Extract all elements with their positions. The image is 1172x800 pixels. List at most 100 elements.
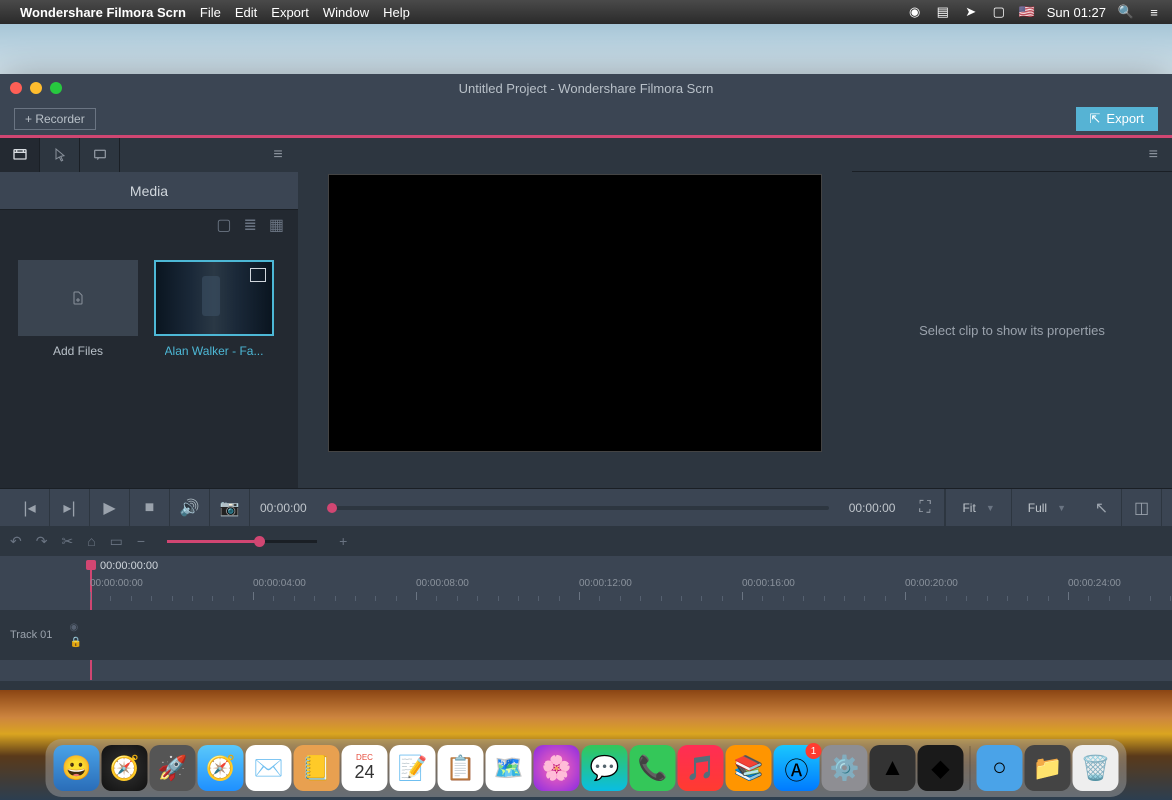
media-grid: Add Files Alan Walker - Fa... bbox=[0, 240, 298, 378]
zoom-out-button[interactable]: − bbox=[137, 533, 145, 549]
dock-ibooks[interactable]: 📚 bbox=[726, 745, 772, 791]
volume-button[interactable]: 🔊 bbox=[170, 489, 210, 527]
dock-preferences[interactable]: ⚙️ bbox=[822, 745, 868, 791]
dock-contacts[interactable]: 📒 bbox=[294, 745, 340, 791]
fullscreen-button[interactable]: ⛶ bbox=[905, 489, 945, 527]
close-button[interactable] bbox=[10, 82, 22, 94]
marker-button[interactable]: ⌂ bbox=[87, 533, 95, 549]
redo-button[interactable]: ↷ bbox=[36, 533, 48, 550]
add-files-item[interactable]: Add Files bbox=[18, 260, 138, 358]
dock-itunes[interactable]: 🎵 bbox=[678, 745, 724, 791]
left-panel-menu-icon[interactable]: ≡ bbox=[258, 138, 298, 172]
media-clip-item[interactable]: Alan Walker - Fa... bbox=[154, 260, 274, 358]
record-status-icon[interactable]: ◉ bbox=[907, 4, 923, 20]
prev-frame-button[interactable]: |◂ bbox=[10, 489, 50, 527]
dock-separator bbox=[970, 746, 971, 790]
macos-menubar: Wondershare Filmora Scrn File Edit Expor… bbox=[0, 0, 1172, 24]
scrub-bar[interactable] bbox=[327, 506, 829, 510]
flag-icon[interactable]: 🇺🇸 bbox=[1019, 4, 1035, 20]
dock-mission-control[interactable]: 🚀 bbox=[150, 745, 196, 791]
add-files-label: Add Files bbox=[53, 344, 103, 358]
snapshot-button[interactable]: 📷 bbox=[210, 489, 250, 527]
properties-menu-icon[interactable]: ≡ bbox=[852, 138, 1172, 172]
list-view-icon[interactable]: ≣ bbox=[243, 215, 256, 235]
tab-media-icon[interactable] bbox=[0, 138, 40, 172]
menu-export[interactable]: Export bbox=[271, 5, 309, 20]
dock-app-2[interactable]: ○ bbox=[977, 745, 1023, 791]
dock-filmora[interactable]: ◆ bbox=[918, 745, 964, 791]
preview-canvas[interactable] bbox=[328, 174, 822, 452]
ruler-tick: 00:00:00:00 bbox=[90, 578, 143, 589]
dock-mail[interactable]: ✉️ bbox=[246, 745, 292, 791]
track-label: Track 01 bbox=[10, 629, 52, 641]
fit-timeline-button[interactable]: ▭ bbox=[110, 533, 123, 550]
menu-list-icon[interactable]: ≡ bbox=[1146, 4, 1162, 20]
menu-edit[interactable]: Edit bbox=[235, 5, 257, 20]
chevron-down-icon: ▼ bbox=[986, 503, 995, 513]
dock-safari[interactable]: 🧭 bbox=[198, 745, 244, 791]
export-button[interactable]: ⇱ Export bbox=[1076, 107, 1158, 131]
dock-maps[interactable]: 🗺️ bbox=[486, 745, 532, 791]
dock-downloads[interactable]: 📁 bbox=[1025, 745, 1071, 791]
crop-button[interactable]: ◫ bbox=[1122, 489, 1162, 527]
dock-launchpad[interactable]: 🧭 bbox=[102, 745, 148, 791]
zoom-in-button[interactable]: + bbox=[339, 533, 347, 549]
recorder-button[interactable]: + Recorder bbox=[14, 108, 96, 130]
menu-help[interactable]: Help bbox=[383, 5, 410, 20]
window-title: Untitled Project - Wondershare Filmora S… bbox=[459, 81, 714, 96]
properties-panel: ≡ Select clip to show its properties bbox=[852, 138, 1172, 488]
appstore-badge: 1 bbox=[806, 743, 822, 759]
dock-photos[interactable]: 🌸 bbox=[534, 745, 580, 791]
fit-dropdown[interactable]: Fit▼ bbox=[945, 489, 1010, 526]
dock-app-1[interactable]: ▲ bbox=[870, 745, 916, 791]
paperplane-icon[interactable]: ➤ bbox=[963, 4, 979, 20]
ruler-tick: 00:00:20:00 bbox=[905, 578, 958, 589]
mark-in-button[interactable]: ↖ bbox=[1082, 489, 1122, 527]
next-frame-button[interactable]: ▸| bbox=[50, 489, 90, 527]
dock-facetime[interactable]: 📞 bbox=[630, 745, 676, 791]
quality-dropdown[interactable]: Full▼ bbox=[1011, 489, 1082, 526]
dock-notes[interactable]: 📝 bbox=[390, 745, 436, 791]
media-tab[interactable]: Media bbox=[0, 172, 298, 210]
dock-messages[interactable]: 💬 bbox=[582, 745, 628, 791]
play-button[interactable]: ▶ bbox=[90, 489, 130, 527]
dock-reminders[interactable]: 📋 bbox=[438, 745, 484, 791]
airplay-icon[interactable]: ▢ bbox=[991, 4, 1007, 20]
app-window: Untitled Project - Wondershare Filmora S… bbox=[0, 74, 1172, 690]
stop-button[interactable]: ■ bbox=[130, 489, 170, 527]
track-lock-icon[interactable]: 🔒 bbox=[70, 637, 82, 648]
zoom-slider[interactable] bbox=[167, 540, 317, 543]
display-icon[interactable]: ▤ bbox=[935, 4, 951, 20]
timeline-track[interactable]: Track 01 ◉ 🔒 bbox=[0, 610, 1172, 660]
undo-button[interactable]: ↶ bbox=[10, 533, 22, 550]
menu-file[interactable]: File bbox=[200, 5, 221, 20]
cut-button[interactable]: ✂ bbox=[61, 533, 73, 550]
desktop-wallpaper-top bbox=[0, 24, 1172, 74]
timeline[interactable]: 00:00:00:00 00:00:00:0000:00:04:0000:00:… bbox=[0, 556, 1172, 681]
menu-window[interactable]: Window bbox=[323, 5, 369, 20]
new-folder-icon[interactable]: ▢ bbox=[216, 215, 231, 235]
track-visibility-icon[interactable]: ◉ bbox=[70, 622, 82, 633]
menubar-clock[interactable]: Sun 01:27 bbox=[1047, 5, 1106, 20]
time-total: 00:00:00 bbox=[839, 501, 906, 515]
grid-view-icon[interactable]: ▦ bbox=[269, 215, 284, 235]
dock-trash[interactable]: 🗑️ bbox=[1073, 745, 1119, 791]
playback-bar: |◂ ▸| ▶ ■ 🔊 📷 00:00:00 00:00:00 ⛶ Fit▼ F… bbox=[0, 488, 1172, 526]
ruler-tick: 00:00:24:00 bbox=[1068, 578, 1121, 589]
timeline-ruler[interactable]: 00:00:00:0000:00:04:0000:00:08:0000:00:1… bbox=[90, 578, 1172, 602]
ruler-tick: 00:00:08:00 bbox=[416, 578, 469, 589]
dock-appstore[interactable]: Ⓐ1 bbox=[774, 745, 820, 791]
dock-calendar[interactable]: DEC24 bbox=[342, 745, 388, 791]
spotlight-icon[interactable]: 🔍 bbox=[1118, 4, 1134, 20]
dock-finder[interactable]: 😀 bbox=[54, 745, 100, 791]
playhead-time: 00:00:00:00 bbox=[100, 560, 158, 572]
time-current: 00:00:00 bbox=[250, 501, 317, 515]
window-titlebar[interactable]: Untitled Project - Wondershare Filmora S… bbox=[0, 74, 1172, 102]
export-icon: ⇱ bbox=[1090, 111, 1101, 127]
zoom-button[interactable] bbox=[50, 82, 62, 94]
tab-annotation-icon[interactable] bbox=[80, 138, 120, 172]
tab-cursor-icon[interactable] bbox=[40, 138, 80, 172]
minimize-button[interactable] bbox=[30, 82, 42, 94]
add-files-thumb bbox=[18, 260, 138, 336]
app-name[interactable]: Wondershare Filmora Scrn bbox=[20, 5, 186, 20]
